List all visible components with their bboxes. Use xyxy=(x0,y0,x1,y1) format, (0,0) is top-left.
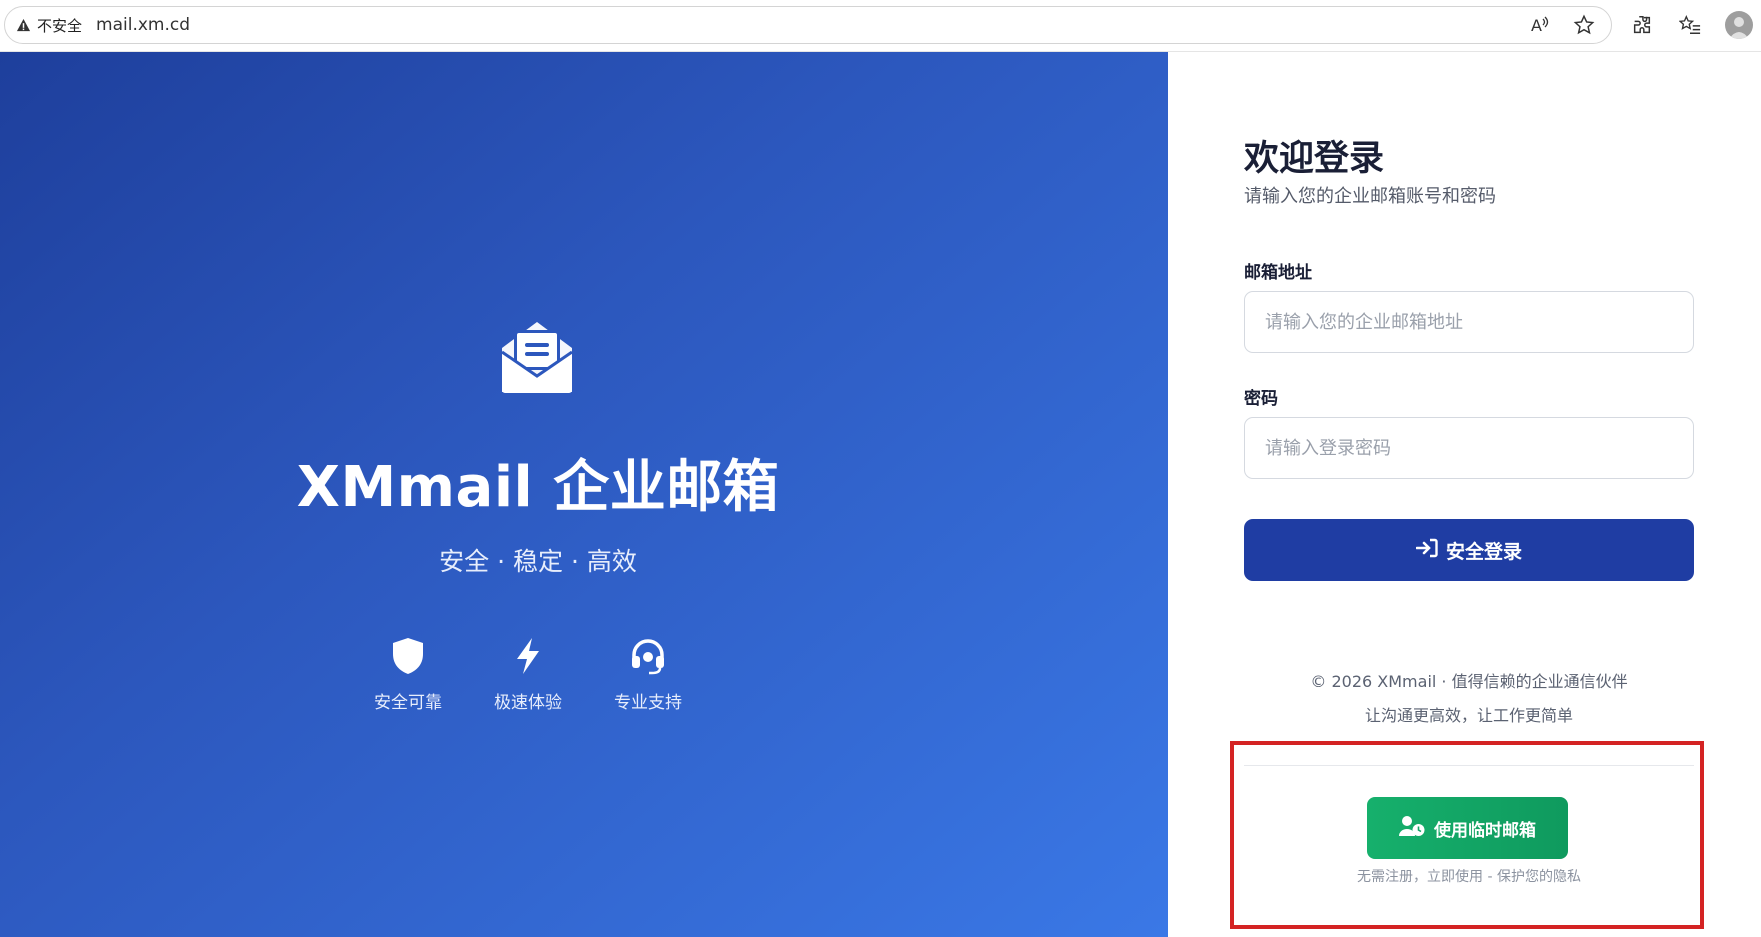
extensions-icon[interactable] xyxy=(1629,12,1655,38)
feature-speed: 极速体验 xyxy=(488,636,568,713)
feature-support: 专业支持 xyxy=(608,636,688,713)
login-button-label: 安全登录 xyxy=(1445,540,1522,563)
login-panel: 欢迎登录 请输入您的企业邮箱账号和密码 邮箱地址 密码 安全登录 © 2026 … xyxy=(1168,52,1761,937)
shield-icon xyxy=(388,636,428,676)
feature-label: 极速体验 xyxy=(494,693,562,713)
login-title: 欢迎登录 xyxy=(1244,139,1385,179)
headset-icon xyxy=(628,636,668,676)
read-aloud-icon[interactable]: A xyxy=(1527,12,1553,38)
favorite-star-icon[interactable] xyxy=(1571,12,1597,38)
favorites-list-icon[interactable] xyxy=(1677,12,1703,38)
login-button[interactable]: 安全登录 xyxy=(1244,519,1694,581)
url-text[interactable]: mail.xm.cd xyxy=(96,15,190,35)
hero-title: XMmail 企业邮箱 xyxy=(296,455,780,520)
divider xyxy=(1244,765,1694,766)
hero-tagline: 安全 · 稳定 · 高效 xyxy=(439,547,637,576)
warning-icon[interactable] xyxy=(15,17,31,33)
address-bar[interactable]: 不安全 mail.xm.cd A xyxy=(4,6,1612,44)
envelope-open-text-icon xyxy=(494,314,580,400)
profile-avatar-icon[interactable] xyxy=(1725,11,1753,39)
feature-label: 专业支持 xyxy=(614,693,682,713)
feature-list: 安全可靠 极速体验 专业支持 xyxy=(368,636,688,713)
footer-slogan: 让沟通更高效，让工作更简单 xyxy=(1364,706,1573,725)
user-clock-icon xyxy=(1399,815,1425,842)
security-label[interactable]: 不安全 xyxy=(37,15,82,36)
temp-mail-button[interactable]: 使用临时邮箱 xyxy=(1367,797,1568,859)
browser-toolbar: 不安全 mail.xm.cd A xyxy=(0,0,1761,52)
login-subtitle: 请输入您的企业邮箱账号和密码 xyxy=(1244,186,1496,207)
feature-label: 安全可靠 xyxy=(374,693,442,713)
password-field[interactable] xyxy=(1244,417,1694,479)
password-label: 密码 xyxy=(1244,389,1278,409)
footer-copyright: © 2026 XMmail · 值得信赖的企业通信伙伴 xyxy=(1310,672,1628,691)
temp-mail-label: 使用临时邮箱 xyxy=(1434,820,1536,841)
sign-in-icon xyxy=(1415,538,1438,563)
svg-text:A: A xyxy=(1531,16,1542,35)
email-label: 邮箱地址 xyxy=(1244,263,1312,283)
temp-mail-hint: 无需注册，立即使用 - 保护您的隐私 xyxy=(1357,869,1581,885)
feature-security: 安全可靠 xyxy=(368,636,448,713)
hero-panel: XMmail 企业邮箱 安全 · 稳定 · 高效 安全可靠 极速体验 专业支持 xyxy=(0,52,1168,937)
lightning-icon xyxy=(508,636,548,676)
email-field[interactable] xyxy=(1244,291,1694,353)
